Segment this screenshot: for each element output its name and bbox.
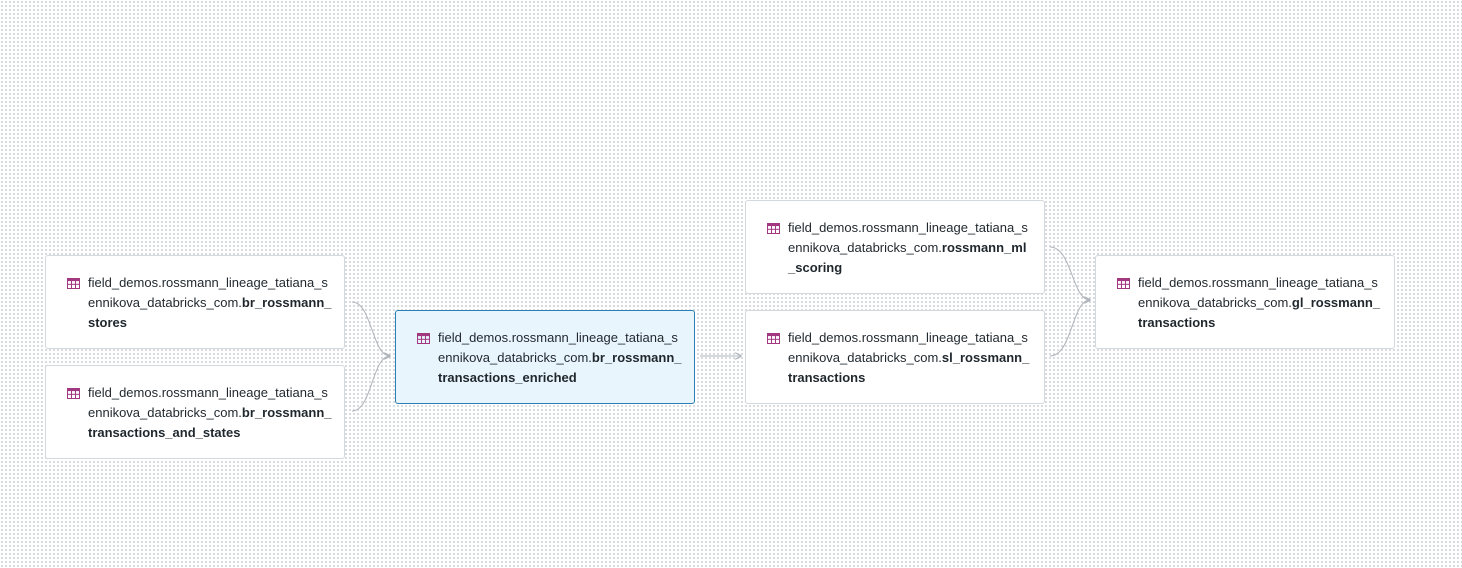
lineage-node-br-rossmann-transactions-and-states[interactable]: field_demos.rossmann_lineage_tatiana_sen… xyxy=(45,365,345,459)
edge-sl-rossmann-transactions-to-gl-rossmann-transactions xyxy=(1049,300,1090,357)
lineage-graph-canvas[interactable]: field_demos.rossmann_lineage_tatiana_sen… xyxy=(0,0,1462,568)
node-label: field_demos.rossmann_lineage_tatiana_sen… xyxy=(788,328,1032,388)
lineage-node-rossmann-ml-scoring[interactable]: field_demos.rossmann_lineage_tatiana_sen… xyxy=(745,200,1045,294)
node-label: field_demos.rossmann_lineage_tatiana_sen… xyxy=(88,383,332,443)
node-label: field_demos.rossmann_lineage_tatiana_sen… xyxy=(1138,273,1382,333)
table-icon xyxy=(767,223,780,234)
table-icon xyxy=(1117,278,1130,289)
node-label: field_demos.rossmann_lineage_tatiana_sen… xyxy=(438,328,682,388)
lineage-node-sl-rossmann-transactions[interactable]: field_demos.rossmann_lineage_tatiana_sen… xyxy=(745,310,1045,404)
node-label: field_demos.rossmann_lineage_tatiana_sen… xyxy=(788,218,1032,278)
table-icon xyxy=(767,333,780,344)
lineage-node-gl-rossmann-transactions[interactable]: field_demos.rossmann_lineage_tatiana_sen… xyxy=(1095,255,1395,349)
table-icon xyxy=(67,388,80,399)
lineage-node-br-rossmann-transactions-enriched[interactable]: field_demos.rossmann_lineage_tatiana_sen… xyxy=(395,310,695,404)
table-icon xyxy=(67,278,80,289)
node-label: field_demos.rossmann_lineage_tatiana_sen… xyxy=(88,273,332,333)
edge-rossmann-ml-scoring-to-gl-rossmann-transactions xyxy=(1049,246,1090,300)
lineage-node-br-rossmann-stores[interactable]: field_demos.rossmann_lineage_tatiana_sen… xyxy=(45,255,345,349)
edge-br-rossmann-transactions-and-states-to-enriched xyxy=(351,356,390,412)
edge-br-rossmann-stores-to-enriched xyxy=(351,301,390,356)
table-icon xyxy=(417,333,430,344)
